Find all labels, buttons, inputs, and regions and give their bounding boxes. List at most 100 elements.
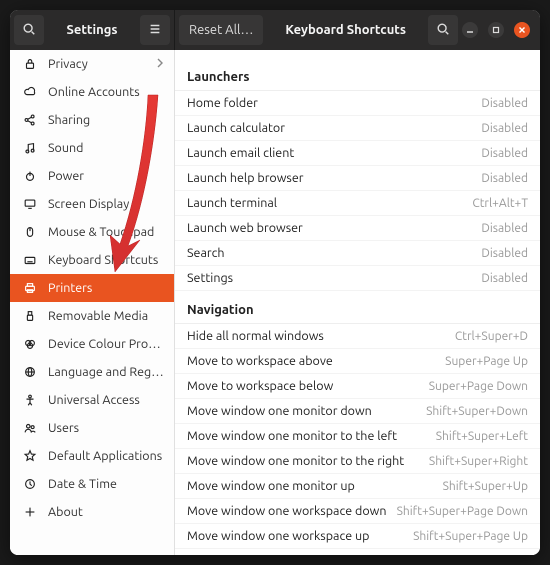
sidebar-item-label: Online Accounts: [48, 85, 164, 99]
settings-sidebar[interactable]: Privacy Online Accounts Sharing SoundPower S…: [10, 50, 175, 555]
sidebar-item-label: Universal Access: [48, 393, 164, 407]
sidebar-item-sharing[interactable]: Sharing: [10, 106, 174, 134]
sidebar-item-date-time[interactable]: Date & Time: [10, 470, 174, 498]
shortcut-action: Search: [187, 246, 481, 260]
shortcut-row[interactable]: Move to workspace belowSuper+Page Down: [175, 374, 540, 399]
sidebar-item-label: Sharing: [48, 113, 164, 127]
shortcut-binding: Disabled: [481, 97, 528, 110]
search-button-sidebar[interactable]: [14, 15, 44, 45]
shortcut-binding: Shift+Super+Down: [426, 405, 528, 418]
shortcut-action: Launch terminal: [187, 196, 472, 210]
chevron-right-icon: [156, 57, 164, 71]
star-icon: [22, 449, 38, 463]
sidebar-item-label: Keyboard Shortcuts: [48, 253, 164, 267]
sidebar-item-label: Screen Display: [48, 197, 164, 211]
shortcut-row[interactable]: Launch email clientDisabled: [175, 141, 540, 166]
minimize-icon: [466, 23, 474, 37]
shortcut-binding: Shift+Super+Page Up: [413, 530, 528, 543]
shortcut-row[interactable]: Launch web browserDisabled: [175, 216, 540, 241]
shortcut-row[interactable]: Move window one workspace downShift+Supe…: [175, 499, 540, 524]
sidebar-item-label: Users: [48, 421, 164, 435]
share-icon: [22, 113, 38, 127]
shortcut-action: Move window one monitor down: [187, 404, 426, 418]
sidebar-item-label: Date & Time: [48, 477, 164, 491]
usb-icon: [22, 309, 38, 323]
shortcut-row[interactable]: Launch help browserDisabled: [175, 166, 540, 191]
section-header: Launchers: [175, 58, 540, 91]
shortcut-action: Settings: [187, 271, 481, 285]
lock-icon: [22, 57, 38, 71]
shortcut-binding: Disabled: [481, 272, 528, 285]
hamburger-menu-button[interactable]: [140, 15, 170, 45]
music-icon: [22, 141, 38, 155]
shortcut-binding: Ctrl+Alt+T: [472, 197, 528, 210]
shortcut-binding: Shift+Super+Page Down: [397, 505, 528, 518]
sidebar-item-power[interactable]: Power: [10, 162, 174, 190]
shortcut-binding: Super+Page Up: [445, 355, 528, 368]
close-icon: [518, 23, 526, 37]
sidebar-item-sound[interactable]: Sound: [10, 134, 174, 162]
shortcut-row[interactable]: Move to workspace aboveSuper+Page Up: [175, 349, 540, 374]
shortcut-action: Move window one workspace down: [187, 504, 397, 518]
power-icon: [22, 169, 38, 183]
sidebar-item-label: About: [48, 505, 164, 519]
shortcut-binding: Shift+Super+Left: [436, 430, 528, 443]
sidebar-item-online-accounts[interactable]: Online Accounts: [10, 78, 174, 106]
reset-all-button[interactable]: Reset All…: [179, 15, 263, 45]
shortcuts-panel[interactable]: LaunchersHome folderDisabledLaunch calcu…: [175, 50, 540, 555]
sidebar-item-label: Device Colour Profiles: [48, 337, 164, 351]
search-icon: [436, 22, 450, 39]
maximize-icon: [492, 23, 500, 37]
sidebar-item-privacy[interactable]: Privacy: [10, 50, 174, 78]
sidebar-item-mouse-touchpad[interactable]: Mouse & Touchpad: [10, 218, 174, 246]
cloud-icon: [22, 85, 38, 99]
sidebar-item-device-colour-profiles[interactable]: Device Colour Profiles: [10, 330, 174, 358]
shortcut-action: Move window one workspace up: [187, 529, 413, 543]
sidebar-item-removable-media[interactable]: Removable Media: [10, 302, 174, 330]
shortcut-action: Launch email client: [187, 146, 481, 160]
shortcut-row[interactable]: Launch calculatorDisabled: [175, 116, 540, 141]
sidebar-item-label: Printers: [48, 281, 164, 295]
sidebar-item-universal-access[interactable]: Universal Access: [10, 386, 174, 414]
shortcut-binding: Super+Page Down: [429, 380, 528, 393]
shortcut-row[interactable]: Launch terminalCtrl+Alt+T: [175, 191, 540, 216]
shortcut-binding: Disabled: [481, 147, 528, 160]
keyboard-icon: [22, 253, 38, 267]
app-title: Settings: [48, 23, 136, 37]
sidebar-item-keyboard-shortcuts[interactable]: Keyboard Shortcuts: [10, 246, 174, 274]
sidebar-item-users[interactable]: Users: [10, 414, 174, 442]
section-header: Navigation: [175, 291, 540, 324]
shortcut-row[interactable]: Move window one monitor upShift+Super+Up: [175, 474, 540, 499]
shortcut-action: Hide all normal windows: [187, 329, 455, 343]
sidebar-item-default-applications[interactable]: Default Applications: [10, 442, 174, 470]
window-close-button[interactable]: [514, 22, 530, 38]
shortcut-row[interactable]: Move window one monitor to the leftShift…: [175, 424, 540, 449]
shortcut-action: Launch help browser: [187, 171, 481, 185]
shortcut-action: Move window one monitor up: [187, 479, 443, 493]
sidebar-item-language-and-region[interactable]: Language and Region: [10, 358, 174, 386]
window-maximize-button[interactable]: [488, 22, 504, 38]
globe-icon: [22, 365, 38, 379]
sidebar-item-printers[interactable]: Printers: [10, 274, 174, 302]
sidebar-item-about[interactable]: About: [10, 498, 174, 526]
shortcut-row[interactable]: SearchDisabled: [175, 241, 540, 266]
shortcut-row[interactable]: Move window one workspace upShift+Super+…: [175, 524, 540, 549]
shortcut-binding: Shift+Super+Right: [429, 455, 528, 468]
shortcut-binding: Disabled: [481, 172, 528, 185]
shortcut-action: Home folder: [187, 96, 481, 110]
shortcut-row[interactable]: Hide all normal windowsCtrl+Super+D: [175, 324, 540, 349]
search-button-panel[interactable]: [428, 15, 458, 45]
display-icon: [22, 197, 38, 211]
sidebar-item-screen-display[interactable]: Screen Display: [10, 190, 174, 218]
headerbar: Settings Reset All… Keyboard Shortcuts: [10, 10, 540, 50]
sidebar-item-label: Default Applications: [48, 449, 164, 463]
shortcut-row[interactable]: Move window one monitor to the rightShif…: [175, 449, 540, 474]
printer-icon: [22, 281, 38, 295]
shortcut-row[interactable]: Home folderDisabled: [175, 91, 540, 116]
shortcut-row[interactable]: SettingsDisabled: [175, 266, 540, 291]
shortcut-row[interactable]: Move window one monitor downShift+Super+…: [175, 399, 540, 424]
hamburger-icon: [148, 22, 162, 39]
shortcut-binding: Shift+Super+Up: [443, 480, 528, 493]
window-minimize-button[interactable]: [462, 22, 478, 38]
sidebar-item-label: Language and Region: [48, 365, 164, 379]
